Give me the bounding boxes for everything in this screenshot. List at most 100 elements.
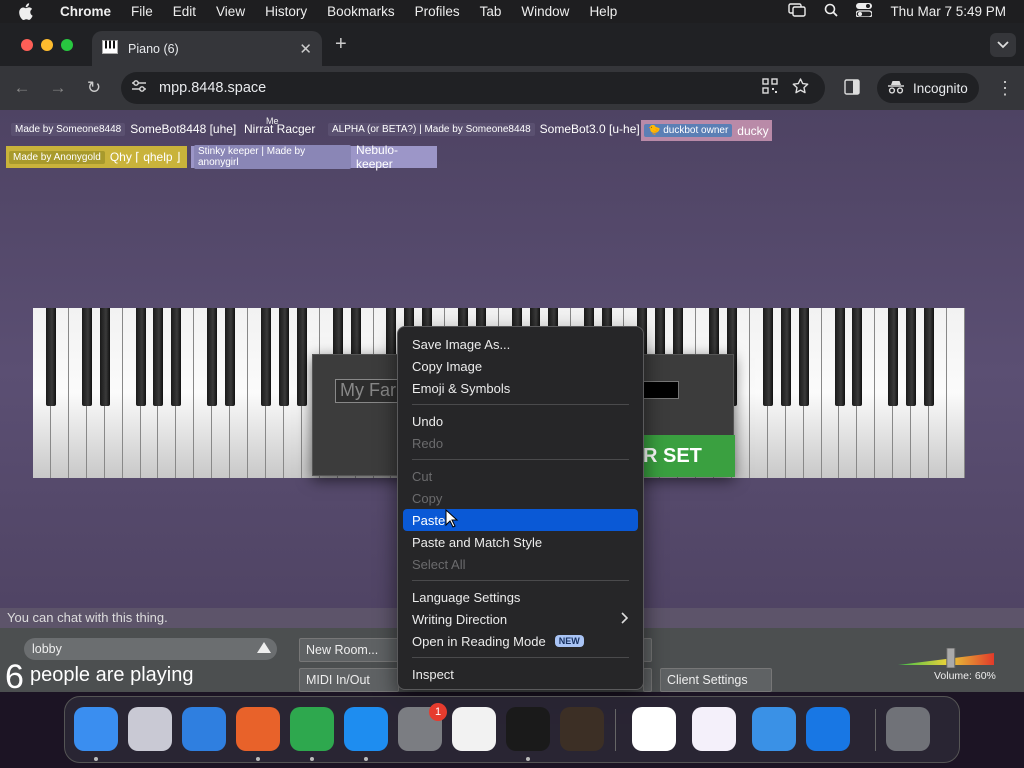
black-key[interactable] xyxy=(852,308,863,406)
user-tag-qhy[interactable]: Made by Anonygold Qhy ⌈ qhelp ⌋ xyxy=(6,146,187,168)
visual-studio-icon[interactable] xyxy=(692,707,736,751)
vscode-icon[interactable] xyxy=(632,707,676,751)
black-key[interactable] xyxy=(906,308,917,406)
volume-slider[interactable] xyxy=(896,647,996,669)
control-center-icon[interactable] xyxy=(855,3,874,20)
black-key[interactable] xyxy=(924,308,935,406)
xcode-icon[interactable] xyxy=(806,707,850,751)
running-indicator xyxy=(256,757,260,761)
midi-button[interactable]: MIDI In/Out xyxy=(299,668,399,692)
black-key[interactable] xyxy=(135,308,146,406)
room-name: lobby xyxy=(32,642,62,656)
screen-mirroring-icon[interactable] xyxy=(788,3,807,20)
black-key[interactable] xyxy=(45,308,56,406)
black-key[interactable] xyxy=(834,308,845,406)
minimize-window-button[interactable] xyxy=(41,39,53,51)
firefox-icon[interactable] xyxy=(236,707,280,751)
context-menu-item-paste[interactable]: Paste xyxy=(403,509,638,531)
safari-icon[interactable] xyxy=(182,707,226,751)
triangle-up-icon xyxy=(257,642,271,653)
black-key[interactable] xyxy=(780,308,791,406)
menu-bookmarks[interactable]: Bookmarks xyxy=(317,4,405,19)
menu-help[interactable]: Help xyxy=(579,4,627,19)
color-picker[interactable] xyxy=(641,381,679,399)
black-key[interactable] xyxy=(225,308,236,406)
menu-edit[interactable]: Edit xyxy=(163,4,206,19)
menu-file[interactable]: File xyxy=(121,4,163,19)
menu-history[interactable]: History xyxy=(255,4,317,19)
url-text[interactable]: mpp.8448.space xyxy=(159,80,266,96)
black-key[interactable] xyxy=(171,308,182,406)
reload-icon[interactable]: ↻ xyxy=(76,78,112,98)
black-key[interactable] xyxy=(207,308,218,406)
terminal-icon[interactable] xyxy=(506,707,550,751)
context-menu-item-open-in-reading-mode[interactable]: Open in Reading Mode NEW xyxy=(403,630,638,652)
context-menu-item-emoji-symbols[interactable]: Emoji & Symbols xyxy=(403,377,638,399)
context-menu-item-undo[interactable]: Undo xyxy=(403,410,638,432)
user-set-button[interactable]: R SET xyxy=(635,435,735,477)
client-settings-button[interactable]: Client Settings xyxy=(660,668,772,692)
new-room-button[interactable]: New Room... xyxy=(299,638,399,662)
name-input[interactable]: My Far xyxy=(335,379,405,403)
zoom-window-button[interactable] xyxy=(61,39,73,51)
address-bar[interactable]: mpp.8448.space xyxy=(121,72,825,104)
black-key[interactable] xyxy=(99,308,110,406)
black-key[interactable] xyxy=(762,308,773,406)
context-menu-item-paste-and-match-style[interactable]: Paste and Match Style xyxy=(403,531,638,553)
qr-code-icon[interactable] xyxy=(762,78,778,98)
user-tag-somebot8448[interactable]: Made by Someone8448 SomeBot8448 [uhe] xyxy=(8,120,239,138)
menu-window[interactable]: Window xyxy=(511,4,579,19)
trash-icon[interactable] xyxy=(886,707,930,751)
white-key[interactable] xyxy=(947,308,965,478)
context-menu-item-inspect[interactable]: Inspect xyxy=(403,663,638,685)
launchpad-icon[interactable] xyxy=(128,707,172,751)
finder-icon[interactable] xyxy=(74,707,118,751)
black-key[interactable] xyxy=(798,308,809,406)
close-tab-icon[interactable]: ✕ xyxy=(299,40,312,58)
black-key[interactable] xyxy=(81,308,92,406)
black-key[interactable] xyxy=(296,308,307,406)
user-tag-somebot3[interactable]: ALPHA (or BETA?) | Made by Someone8448 S… xyxy=(325,120,643,138)
menu-view[interactable]: View xyxy=(206,4,255,19)
menu-item-label: Cut xyxy=(412,468,433,484)
apple-menu-icon[interactable] xyxy=(18,3,36,20)
incognito-button[interactable]: Incognito xyxy=(877,73,979,103)
menu-chrome[interactable]: Chrome xyxy=(50,4,121,19)
spotlight-search-icon[interactable] xyxy=(824,3,839,20)
forward-icon[interactable]: → xyxy=(40,78,76,98)
weather-icon[interactable] xyxy=(752,707,796,751)
new-tab-button[interactable]: + xyxy=(335,33,347,56)
more-options-icon[interactable]: ⋮ xyxy=(996,78,1014,99)
back-icon[interactable]: ← xyxy=(4,78,40,98)
context-menu-item-redo: Redo xyxy=(403,432,638,454)
black-key[interactable] xyxy=(153,308,164,406)
bookmark-star-icon[interactable] xyxy=(792,78,809,98)
menu-profiles[interactable]: Profiles xyxy=(405,4,470,19)
user-tag-ducky[interactable]: 🐤 duckbot owner ducky xyxy=(641,120,772,141)
context-menu-item-copy-image[interactable]: Copy Image xyxy=(403,355,638,377)
user-tag-nirrat[interactable]: Nirrat Racger xyxy=(241,120,318,138)
clock[interactable]: Thu Mar 7 5:49 PM xyxy=(890,4,1006,19)
app-store-icon[interactable] xyxy=(344,707,388,751)
textedit-icon[interactable] xyxy=(452,707,496,751)
tab-piano[interactable]: Piano (6) ✕ xyxy=(92,31,322,66)
menu-tab[interactable]: Tab xyxy=(470,4,512,19)
hidden-button[interactable] xyxy=(643,668,652,692)
site-info-icon[interactable] xyxy=(131,79,147,97)
tab-search-button[interactable] xyxy=(990,33,1016,57)
context-menu-item-save-image-as[interactable]: Save Image As... xyxy=(403,333,638,355)
context-menu-item-writing-direction[interactable]: Writing Direction xyxy=(403,608,638,630)
garageband-icon[interactable] xyxy=(560,707,604,751)
black-key[interactable] xyxy=(261,308,271,406)
close-window-button[interactable] xyxy=(21,39,33,51)
user-tag-nebulo[interactable]: Stinky keeper | Made by anonygirl Nebulo… xyxy=(191,143,437,171)
side-panel-icon[interactable] xyxy=(844,79,860,100)
chrome-icon[interactable] xyxy=(290,707,334,751)
context-menu: Save Image As... Copy Image Emoji & Symbol… xyxy=(397,326,644,690)
black-key[interactable] xyxy=(888,308,899,406)
room-selector[interactable]: lobby xyxy=(24,638,277,660)
menu-item-label: Paste and Match Style xyxy=(412,534,543,550)
black-key[interactable] xyxy=(278,308,289,406)
hidden-button[interactable] xyxy=(643,638,652,662)
context-menu-item-language-settings[interactable]: Language Settings xyxy=(403,586,638,608)
